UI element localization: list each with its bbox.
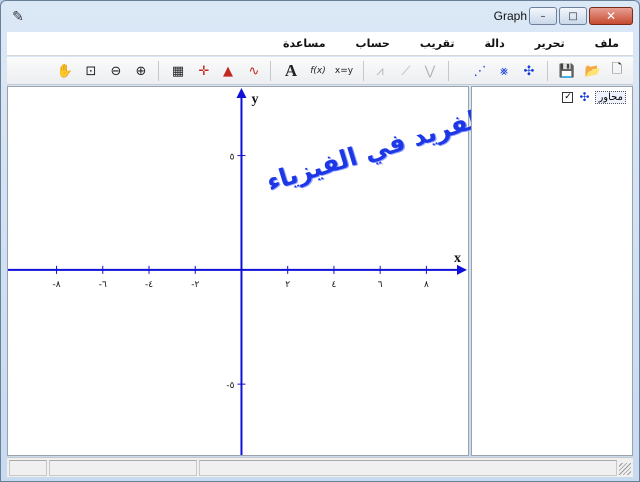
relation-icon[interactable]: ⨳: [494, 61, 514, 81]
graph-app-icon[interactable]: ✎: [9, 8, 27, 26]
save-icon[interactable]: 💾: [557, 61, 577, 81]
toolbar-separator: [547, 61, 548, 81]
menu-zoom[interactable]: تقريب: [420, 37, 455, 50]
menu-help[interactable]: مساعدة: [283, 37, 326, 50]
x-tick-label: -٤: [145, 280, 153, 290]
status-cell: [49, 460, 197, 476]
curve-icon[interactable]: ∿: [244, 61, 264, 81]
axes-checkbox[interactable]: ✓: [562, 91, 574, 103]
toolbar-separator: [270, 61, 271, 81]
hand-pan-icon[interactable]: ✋: [55, 61, 75, 81]
x-tick-label: ٤: [332, 280, 337, 290]
menu-function[interactable]: دالة: [485, 37, 505, 50]
x-axis-label: x: [454, 251, 461, 266]
caption-buttons: – □ ✕: [529, 7, 633, 25]
evaluate-icon[interactable]: ✛: [194, 61, 214, 81]
area-icon[interactable]: ▲: [218, 61, 238, 81]
x-tick-label: -٢: [191, 280, 199, 290]
minimize-button[interactable]: –: [529, 7, 557, 25]
xy-icon[interactable]: x=y: [331, 61, 357, 81]
y-axis-arrow: [236, 88, 247, 98]
axes-icon[interactable]: ✣: [519, 61, 539, 81]
x-tick-label: ٦: [378, 280, 383, 290]
title-bar[interactable]: ✎ Graph – □ ✕: [1, 1, 639, 31]
graph-window: ✎ Graph – □ ✕ ملف تحرير دالة تقريب حساب …: [0, 0, 640, 482]
y-tick-label: ٥: [230, 153, 235, 163]
menu-bar: ملف تحرير دالة تقريب حساب مساعدة: [7, 32, 633, 56]
legend-item-axes[interactable]: ✓ ✣ محاور: [562, 90, 626, 104]
x-tick-label: ٢: [285, 280, 290, 290]
zoom-window-icon[interactable]: ⊡: [81, 61, 101, 81]
axes-icon: ✣: [579, 90, 590, 104]
legend-axes-label: محاور: [595, 90, 626, 104]
toolbar: ✋ ⊡ ⊖ ⊕ ▦ ✛ ▲ ∿ A f(x) x=y ⩘ ⟋ ⋁ ⋰ ⨳ ✣ 💾…: [7, 57, 633, 85]
status-cell: [9, 460, 47, 476]
table-icon[interactable]: ▦: [168, 61, 188, 81]
menu-calc[interactable]: حساب: [356, 37, 390, 50]
tangent-disabled-icon: ⟋: [401, 63, 411, 79]
menu-edit[interactable]: تحرير: [535, 37, 565, 50]
normal-disabled-icon: ⋁: [424, 63, 436, 79]
point-series-icon[interactable]: ⋰: [470, 61, 490, 81]
resize-grip[interactable]: [619, 463, 631, 475]
x-axis-arrow: [457, 264, 467, 275]
y-axis-label: y: [251, 92, 258, 107]
open-icon[interactable]: 📂: [583, 61, 603, 81]
new-icon[interactable]: 🗋: [607, 61, 627, 81]
status-bar: [7, 457, 633, 477]
status-cell: [199, 460, 617, 476]
toolbar-separator: [158, 61, 159, 81]
x-tick-label: -٨: [52, 280, 60, 290]
x-tick-label: -٦: [99, 280, 107, 290]
x-tick-label: ٨: [424, 280, 429, 290]
window-title: Graph: [493, 9, 527, 23]
maximize-button[interactable]: □: [559, 7, 587, 25]
function-list-panel[interactable]: ✓ ✣ محاور: [471, 86, 633, 456]
text-icon[interactable]: A: [281, 61, 301, 81]
menu-file[interactable]: ملف: [595, 37, 619, 50]
toolbar-separator: [363, 61, 364, 81]
fx-icon[interactable]: f(x): [305, 61, 331, 81]
zoom-in-icon[interactable]: ⊕: [131, 61, 151, 81]
y-tick-label: -٥: [226, 381, 234, 391]
zoom-out-icon[interactable]: ⊖: [106, 61, 126, 81]
toolbar-separator: [448, 61, 449, 81]
shade-disabled-icon: ⩘: [376, 63, 384, 79]
close-button[interactable]: ✕: [589, 7, 633, 25]
